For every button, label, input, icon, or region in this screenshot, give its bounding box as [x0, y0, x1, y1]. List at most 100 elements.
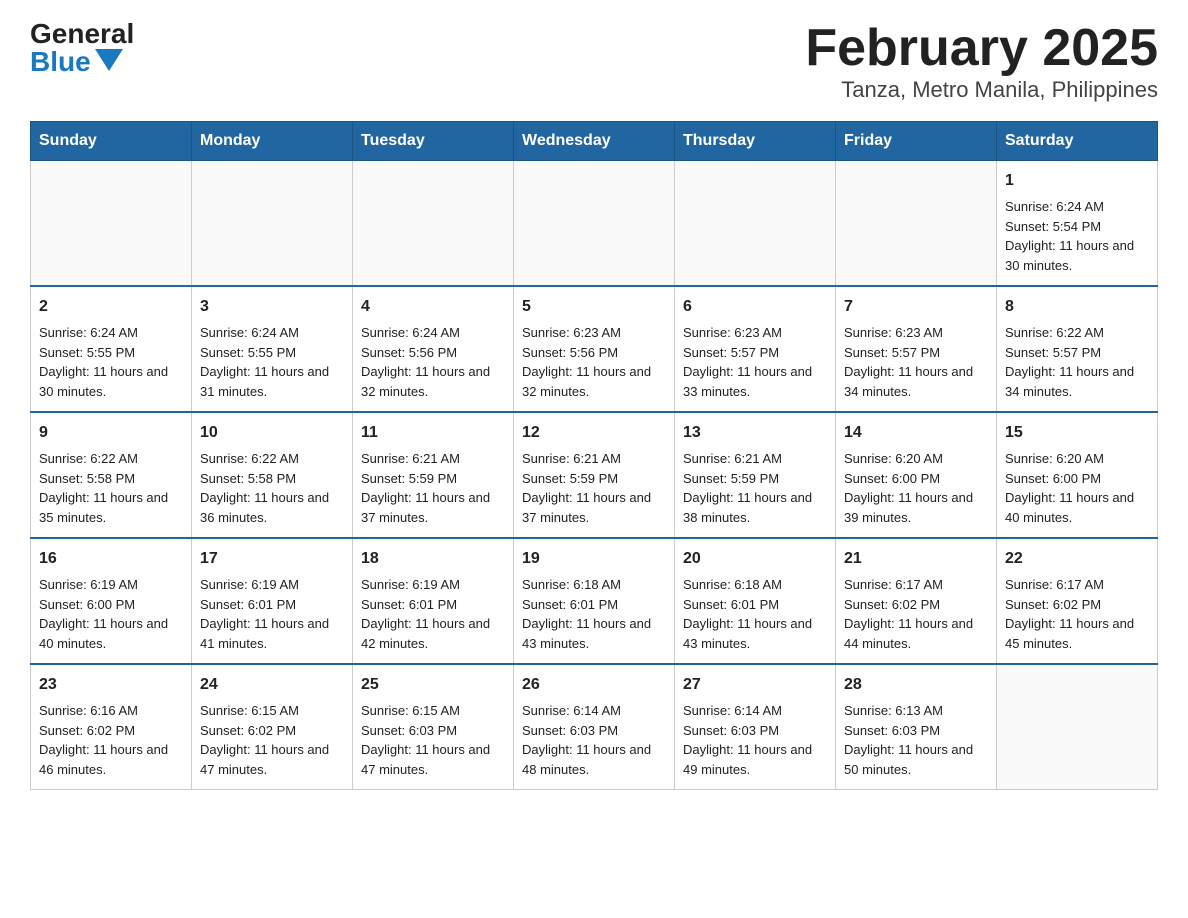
calendar-cell: 12Sunrise: 6:21 AMSunset: 5:59 PMDayligh… [514, 412, 675, 538]
logo-blue-text: Blue [30, 48, 123, 76]
day-info: Sunset: 6:02 PM [200, 721, 344, 741]
calendar-day-header: Sunday [31, 122, 192, 161]
day-info: Sunrise: 6:24 AM [200, 323, 344, 343]
calendar-day-header: Saturday [997, 122, 1158, 161]
day-info: Sunset: 5:54 PM [1005, 217, 1149, 237]
day-info: Sunrise: 6:21 AM [683, 449, 827, 469]
day-info: Sunrise: 6:24 AM [39, 323, 183, 343]
day-info: Daylight: 11 hours and 31 minutes. [200, 362, 344, 401]
day-number: 27 [683, 673, 827, 697]
day-info: Sunrise: 6:17 AM [1005, 575, 1149, 595]
day-info: Daylight: 11 hours and 34 minutes. [1005, 362, 1149, 401]
calendar-cell [353, 161, 514, 287]
day-info: Sunset: 5:57 PM [683, 343, 827, 363]
day-number: 25 [361, 673, 505, 697]
day-info: Daylight: 11 hours and 49 minutes. [683, 740, 827, 779]
day-info: Sunrise: 6:22 AM [39, 449, 183, 469]
day-info: Sunrise: 6:16 AM [39, 701, 183, 721]
day-info: Sunrise: 6:23 AM [522, 323, 666, 343]
day-info: Sunset: 5:56 PM [361, 343, 505, 363]
calendar-cell: 3 Sunrise: 6:24 AMSunset: 5:55 PMDaylight… [192, 286, 353, 412]
day-number: 21 [844, 547, 988, 571]
calendar-day-header: Friday [836, 122, 997, 161]
calendar-cell: 5Sunrise: 6:23 AMSunset: 5:56 PMDaylight… [514, 286, 675, 412]
day-info: Daylight: 11 hours and 30 minutes. [39, 362, 183, 401]
day-info: Daylight: 11 hours and 32 minutes. [361, 362, 505, 401]
day-info: Daylight: 11 hours and 45 minutes. [1005, 614, 1149, 653]
calendar-cell: 16Sunrise: 6:19 AMSunset: 6:00 PMDayligh… [31, 538, 192, 664]
calendar-cell [675, 161, 836, 287]
logo: General Blue [30, 20, 134, 76]
day-info: Sunrise: 6:19 AM [200, 575, 344, 595]
calendar-cell: 15Sunrise: 6:20 AMSunset: 6:00 PMDayligh… [997, 412, 1158, 538]
calendar-day-header: Thursday [675, 122, 836, 161]
day-info: Sunrise: 6:24 AM [361, 323, 505, 343]
calendar-cell: 19Sunrise: 6:18 AMSunset: 6:01 PMDayligh… [514, 538, 675, 664]
day-info: Sunrise: 6:13 AM [844, 701, 988, 721]
day-info: Sunset: 6:03 PM [522, 721, 666, 741]
day-info: Sunrise: 6:15 AM [200, 701, 344, 721]
calendar-week-row: 16Sunrise: 6:19 AMSunset: 6:00 PMDayligh… [31, 538, 1158, 664]
day-info: Sunset: 5:55 PM [39, 343, 183, 363]
day-info: Daylight: 11 hours and 44 minutes. [844, 614, 988, 653]
day-info: Sunset: 6:02 PM [1005, 595, 1149, 615]
day-info: Sunrise: 6:14 AM [522, 701, 666, 721]
day-info: Sunrise: 6:15 AM [361, 701, 505, 721]
calendar-cell: 11Sunrise: 6:21 AMSunset: 5:59 PMDayligh… [353, 412, 514, 538]
day-info: Daylight: 11 hours and 40 minutes. [39, 614, 183, 653]
day-info: Sunset: 5:59 PM [522, 469, 666, 489]
day-info: Daylight: 11 hours and 48 minutes. [522, 740, 666, 779]
day-number: 26 [522, 673, 666, 697]
day-number: 17 [200, 547, 344, 571]
calendar-week-row: 23Sunrise: 6:16 AMSunset: 6:02 PMDayligh… [31, 664, 1158, 790]
calendar-cell: 13Sunrise: 6:21 AMSunset: 5:59 PMDayligh… [675, 412, 836, 538]
day-info: Sunset: 5:58 PM [200, 469, 344, 489]
day-number: 10 [200, 421, 344, 445]
day-info: Sunrise: 6:19 AM [39, 575, 183, 595]
calendar-cell [31, 161, 192, 287]
calendar-cell: 28Sunrise: 6:13 AMSunset: 6:03 PMDayligh… [836, 664, 997, 790]
calendar-table: SundayMondayTuesdayWednesdayThursdayFrid… [30, 121, 1158, 790]
logo-triangle-icon [95, 49, 123, 71]
calendar-cell [192, 161, 353, 287]
day-info: Daylight: 11 hours and 47 minutes. [361, 740, 505, 779]
day-number: 2 [39, 295, 183, 319]
day-number: 3 [200, 295, 344, 319]
calendar-cell [836, 161, 997, 287]
day-info: Sunset: 6:03 PM [683, 721, 827, 741]
day-number: 23 [39, 673, 183, 697]
day-info: Sunrise: 6:20 AM [1005, 449, 1149, 469]
day-info: Daylight: 11 hours and 39 minutes. [844, 488, 988, 527]
day-number: 20 [683, 547, 827, 571]
day-info: Daylight: 11 hours and 33 minutes. [683, 362, 827, 401]
page-title: February 2025 [805, 20, 1158, 77]
day-info: Sunset: 5:59 PM [683, 469, 827, 489]
calendar-cell: 27 Sunrise: 6:14 AMSunset: 6:03 PMDayligh… [675, 664, 836, 790]
day-info: Daylight: 11 hours and 43 minutes. [683, 614, 827, 653]
day-info: Daylight: 11 hours and 36 minutes. [200, 488, 344, 527]
day-number: 13 [683, 421, 827, 445]
calendar-cell: 25Sunrise: 6:15 AMSunset: 6:03 PMDayligh… [353, 664, 514, 790]
day-info: Daylight: 11 hours and 40 minutes. [1005, 488, 1149, 527]
day-info: Daylight: 11 hours and 47 minutes. [200, 740, 344, 779]
day-info: Sunset: 5:58 PM [39, 469, 183, 489]
calendar-cell: 9Sunrise: 6:22 AMSunset: 5:58 PMDaylight… [31, 412, 192, 538]
title-block: February 2025 Tanza, Metro Manila, Phili… [805, 20, 1158, 103]
calendar-week-row: 9Sunrise: 6:22 AMSunset: 5:58 PMDaylight… [31, 412, 1158, 538]
day-number: 24 [200, 673, 344, 697]
calendar-cell: 26 Sunrise: 6:14 AMSunset: 6:03 PMDayligh… [514, 664, 675, 790]
day-info: Sunrise: 6:21 AM [361, 449, 505, 469]
calendar-body: 1 Sunrise: 6:24 AM Sunset: 5:54 PM Daylight… [31, 161, 1158, 790]
day-number: 16 [39, 547, 183, 571]
day-info: Daylight: 11 hours and 46 minutes. [39, 740, 183, 779]
day-info: Sunset: 5:55 PM [200, 343, 344, 363]
day-number: 1 [1005, 169, 1149, 193]
day-info: Sunset: 6:01 PM [522, 595, 666, 615]
day-info: Sunrise: 6:14 AM [683, 701, 827, 721]
calendar-cell: 10Sunrise: 6:22 AMSunset: 5:58 PMDayligh… [192, 412, 353, 538]
calendar-cell: 18Sunrise: 6:19 AMSunset: 6:01 PMDayligh… [353, 538, 514, 664]
calendar-day-header: Wednesday [514, 122, 675, 161]
day-info: Sunset: 6:02 PM [844, 595, 988, 615]
day-number: 12 [522, 421, 666, 445]
calendar-cell: 4Sunrise: 6:24 AMSunset: 5:56 PMDaylight… [353, 286, 514, 412]
